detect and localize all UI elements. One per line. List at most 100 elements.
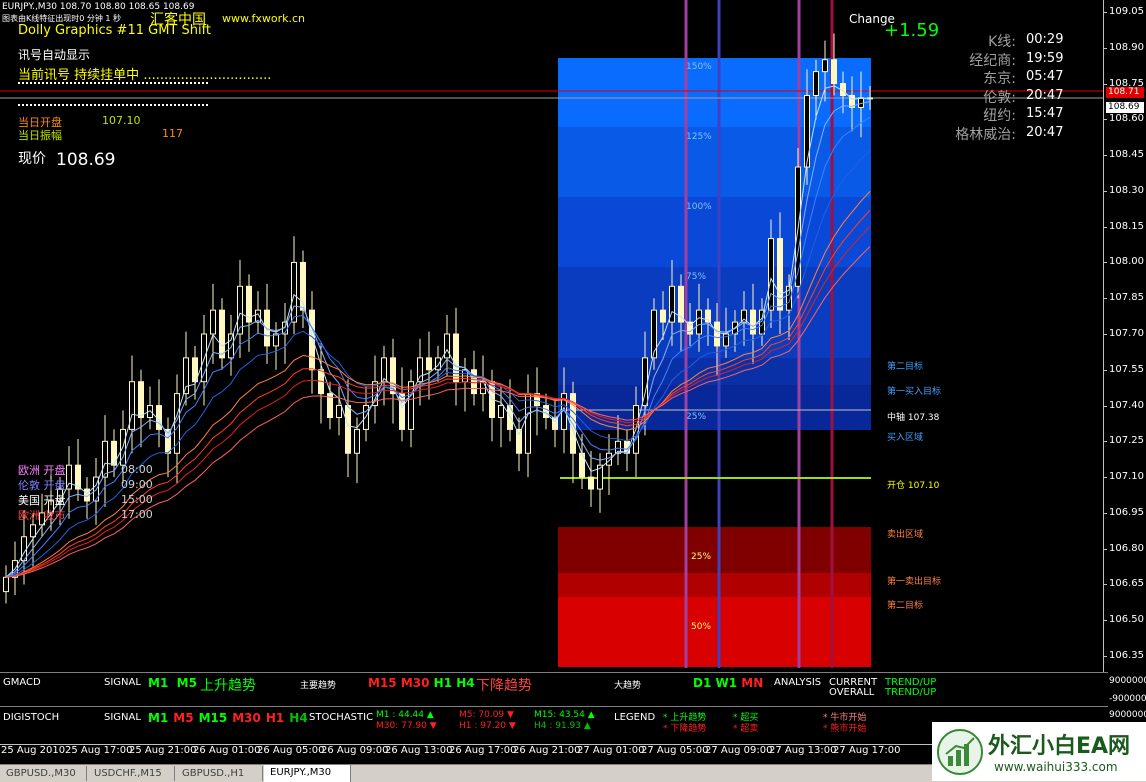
session-open-label: 欧洲 收市 xyxy=(18,509,66,522)
time-tick: 26 Aug 17:00 xyxy=(449,745,517,756)
chart-tab[interactable]: GBPUSD.,H1 xyxy=(176,766,263,781)
candle-body xyxy=(516,428,522,454)
candle-body xyxy=(750,309,756,335)
session-open-label: 欧洲 开盘 xyxy=(18,464,66,477)
candle-body xyxy=(291,261,297,323)
candle-body xyxy=(453,333,459,383)
fib-level-label: 25% xyxy=(691,552,711,562)
gmacd-panel[interactable]: GMACD SIGNAL M1 M5 上升趋势 主要趋势 M15 M30 H1 … xyxy=(0,672,1108,707)
candle-body xyxy=(345,405,351,454)
clock-label: 经纪商: xyxy=(969,52,1016,69)
analysis-label: ANALYSIS xyxy=(774,677,822,688)
short-trend: 上升趋势 xyxy=(200,678,256,694)
candle-body xyxy=(804,94,810,168)
time-tick: 27 Aug 13:00 xyxy=(769,745,837,756)
price-tick: 107.55 xyxy=(1109,363,1144,375)
tick-mark xyxy=(1103,12,1107,13)
gmacd-scale-bottom: -9000000 xyxy=(1109,694,1146,704)
tf-m5: M5 xyxy=(176,676,197,690)
tick-mark xyxy=(1103,477,1107,479)
big-trend-label: 大趋势 xyxy=(614,681,642,691)
candle-body xyxy=(399,393,405,430)
tf-h4: H4 xyxy=(456,676,475,690)
candle-body xyxy=(435,357,441,371)
level-label: 卖出区域 xyxy=(887,530,924,540)
tick-mark xyxy=(1103,369,1107,371)
gmacd-mid-tfs: M15 M30 H1 H4 xyxy=(368,676,475,690)
fib-level-label: 125% xyxy=(686,132,712,142)
price-tick: 106.95 xyxy=(1109,506,1144,518)
buy-zone-band xyxy=(558,197,871,267)
clock-label: 伦敦: xyxy=(983,89,1016,106)
price-tick: 107.25 xyxy=(1109,435,1144,447)
current-signal-value: 持续挂单中 xyxy=(74,68,140,83)
candle-body xyxy=(417,357,423,383)
overall-trend: TREND/UP xyxy=(885,687,937,698)
time-tick: 26 Aug 13:00 xyxy=(385,745,453,756)
tick-mark xyxy=(1103,441,1107,443)
tick-mark xyxy=(1103,226,1107,228)
stoch-tf: M30 xyxy=(232,711,261,725)
candle-body xyxy=(354,428,360,454)
fib-level-label: 50% xyxy=(691,622,711,632)
tf-d1: D1 xyxy=(693,676,712,690)
time-tick: 26 Aug 05:00 xyxy=(257,745,325,756)
tick-mark xyxy=(1103,119,1107,121)
stochastic-label: STOCHASTIC xyxy=(309,712,374,723)
stoch-value: M5: 70.09 ▼ xyxy=(459,710,514,720)
chart-tab[interactable]: USDCHF.,M15 xyxy=(88,766,175,781)
price-tick: 108.30 xyxy=(1109,184,1144,196)
stoch-tf: M15 xyxy=(198,711,228,725)
stoch-value: H1 : 97.20 ▼ xyxy=(459,721,516,731)
candle-body xyxy=(813,71,819,96)
session-open-label: 伦敦 开盘 xyxy=(18,479,66,492)
brand-url: www.fxwork.cn xyxy=(222,12,305,25)
time-tick: 25 Aug 2010 xyxy=(1,745,66,756)
level-label: 第二目标 xyxy=(887,362,924,372)
clock-label: 纽约: xyxy=(983,108,1016,124)
time-tick: 27 Aug 17:00 xyxy=(833,745,901,756)
buy-zone-band xyxy=(558,385,871,430)
level-label: 买入区域 xyxy=(887,433,924,443)
stoch-tf: M1 xyxy=(148,711,169,725)
candle-body xyxy=(102,440,108,478)
price-tick: 107.70 xyxy=(1109,328,1144,339)
candle-body xyxy=(309,309,315,371)
candle-body xyxy=(498,405,504,418)
bid-price-badge: 108.69 xyxy=(1106,101,1144,113)
legend-label: LEGEND xyxy=(614,712,656,723)
digistoch-tfs: M1 M5 M15 M30 H1 H4 xyxy=(148,711,313,725)
level-label: 开仓 107.10 xyxy=(887,481,940,491)
price-tick: 106.35 xyxy=(1109,650,1144,661)
price-chart[interactable]: 150% 125% 100% 75% 25% 25% 50% xyxy=(0,0,1108,672)
price-tick: 109.05 xyxy=(1109,6,1144,17)
candle-body xyxy=(264,309,270,347)
buy-zone-band xyxy=(558,127,871,197)
clock-label: 格林威治: xyxy=(955,126,1016,143)
price-tick: 107.10 xyxy=(1109,471,1144,483)
time-tick: 27 Aug 01:00 xyxy=(577,745,645,756)
price-tick: 106.80 xyxy=(1109,542,1144,554)
candle-body xyxy=(3,576,9,593)
clock-value: 00:29 xyxy=(1026,32,1064,47)
chart-tab[interactable]: EURJPY.,M30 xyxy=(264,765,351,782)
fib-level-label: 150% xyxy=(686,62,712,72)
daily-range-value: 117 xyxy=(162,127,183,140)
price-tick: 108.15 xyxy=(1109,220,1144,232)
candle-body xyxy=(525,393,531,454)
time-tick: 27 Aug 05:00 xyxy=(641,745,709,756)
stoch-value: M1 : 44.44 ▲ xyxy=(376,710,434,720)
current-price-value: 108.69 xyxy=(56,150,116,170)
auto-signal-label: 讯号自动显示 xyxy=(18,48,91,62)
tf-m15: M15 xyxy=(368,676,397,690)
clock-label: K线: xyxy=(988,34,1016,50)
chart-tab[interactable]: GBPUSD.,M30 xyxy=(0,766,87,781)
tf-h1: H1 xyxy=(433,676,453,690)
digistoch-name: DIGISTOCH xyxy=(3,712,60,723)
candle-body xyxy=(183,357,189,395)
time-tick: 25 Aug 21:00 xyxy=(129,745,197,756)
candle-body xyxy=(336,405,342,418)
candle-body xyxy=(219,309,225,359)
tick-mark xyxy=(1103,584,1107,586)
tick-mark xyxy=(1103,190,1107,192)
